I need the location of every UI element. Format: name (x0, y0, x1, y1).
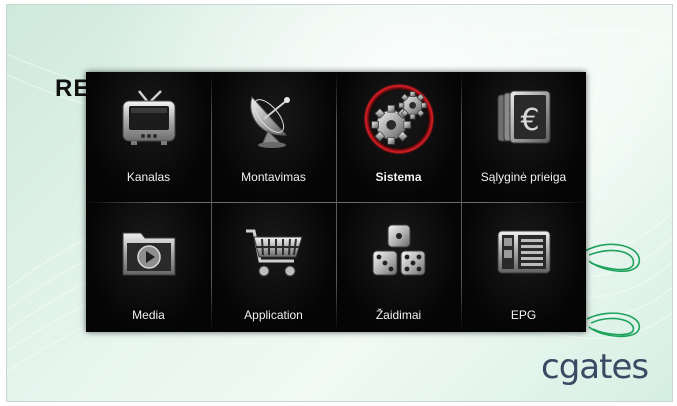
brand-swoosh-icon (584, 243, 640, 338)
euro-icon: € (487, 82, 561, 156)
menu-item-application[interactable]: Application (211, 202, 336, 332)
menu-item-kanalas[interactable]: Kanalas (86, 72, 211, 202)
main-menu: Kanalas Montavimas Sistema € Sąlyginė pr… (86, 72, 586, 332)
brand-logo: cgates (541, 347, 649, 387)
menu-item-epg[interactable]: EPG (461, 202, 586, 332)
epg-guide-icon (487, 216, 561, 290)
shopping-cart-icon (237, 216, 311, 290)
menu-divider (461, 72, 462, 332)
gears-icon (362, 82, 436, 156)
menu-item-sistema[interactable]: Sistema (336, 72, 461, 202)
menu-item-label: Media (132, 308, 165, 322)
menu-item-label: Montavimas (241, 170, 306, 184)
dice-icon (362, 216, 436, 290)
satellite-dish-icon (237, 82, 311, 156)
menu-divider (336, 72, 337, 332)
tv-icon (112, 82, 186, 156)
menu-item-label: Kanalas (126, 170, 171, 184)
menu-item-label: EPG (510, 308, 537, 322)
menu-item-salygine-prieiga[interactable]: € Sąlyginė prieiga (461, 72, 586, 202)
menu-divider (211, 72, 212, 332)
menu-item-label: Sistema (375, 170, 422, 184)
menu-item-media[interactable]: Media (86, 202, 211, 332)
menu-item-label: Žaidimai (375, 308, 422, 322)
media-folder-icon (112, 216, 186, 290)
menu-item-montavimas[interactable]: Montavimas (211, 72, 336, 202)
menu-item-label: Sąlyginė prieiga (480, 170, 567, 184)
menu-item-zaidimai[interactable]: Žaidimai (336, 202, 461, 332)
svg-text:€: € (520, 103, 539, 138)
menu-item-label: Application (244, 308, 303, 322)
